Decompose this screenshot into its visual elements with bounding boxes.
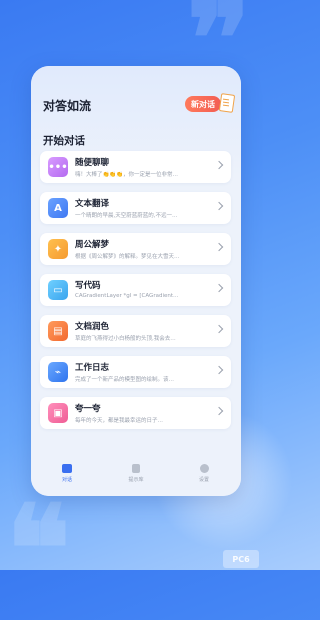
watermark: PC6	[223, 550, 259, 568]
list-item-praise[interactable]: ▣ 夸一夸 每年的今天，都是我最幸运的日子…	[40, 397, 231, 429]
list-item-desc: 嗨！大棒了👏👏👏，你一定是一位非常…	[75, 172, 179, 178]
tab-library[interactable]: 提示库	[116, 462, 156, 483]
tab-label: 提示库	[128, 477, 144, 483]
translate-icon: A	[48, 198, 68, 218]
document-icon: ▤	[48, 321, 68, 341]
list-item-title: 随便聊聊	[75, 158, 110, 168]
list-item-title: 文档润色	[75, 322, 110, 332]
new-chat-label: 新对话	[185, 96, 221, 112]
lightbulb-icon: ✦	[48, 239, 68, 259]
chevron-right-icon	[214, 201, 224, 211]
list-item-title: 夸一夸	[75, 404, 101, 414]
tab-bar: 对话 提示库 设置	[31, 462, 241, 496]
clipboard-icon	[217, 93, 236, 114]
list-item-title: 工作日志	[75, 363, 110, 373]
list-item-translate[interactable]: A 文本翻译 一个晴朗的早晨,天空蔚蓝蔚蓝的,不远一…	[40, 192, 231, 224]
list-item-code[interactable]: ▭ 写代码 CAGradientLayer *gl = [CAGradient…	[40, 274, 231, 306]
chart-monitor-icon: ⌁	[48, 362, 68, 382]
chevron-right-icon	[214, 283, 224, 293]
conversation-list: ••• 随便聊聊 嗨！大棒了👏👏👏，你一定是一位非常… A 文本翻译 一个晴朗的…	[40, 151, 231, 438]
list-item-title: 文本翻译	[75, 199, 110, 209]
chevron-right-icon	[214, 365, 224, 375]
list-item-dream[interactable]: ✦ 周公解梦 根据《周公解梦》的解释。梦见在大雪天…	[40, 233, 231, 265]
header: 对答如流 新对话	[43, 93, 241, 118]
new-chat-button[interactable]: 新对话	[185, 93, 237, 114]
chevron-right-icon	[214, 160, 224, 170]
tab-chat[interactable]: 对话	[47, 462, 87, 483]
chevron-right-icon	[214, 242, 224, 252]
page-title: 对答如流	[43, 99, 92, 113]
library-tab-icon	[132, 464, 140, 473]
list-item-desc: 每年的今天，都是我最幸运的日子…	[75, 418, 164, 424]
chat-tab-icon	[62, 464, 72, 473]
chevron-right-icon	[214, 406, 224, 416]
list-item-desc: 完成了一个新产品的模型图的绘制。该…	[75, 377, 175, 383]
tab-label: 对话	[61, 477, 72, 483]
tab-settings[interactable]: 设置	[184, 462, 224, 483]
list-item-title: 周公解梦	[75, 240, 110, 250]
phone-frame: 对答如流 新对话 开始对话 ••• 随便聊聊 嗨！大棒了👏👏👏，你一定是一位非常…	[31, 66, 241, 496]
gift-box-icon: ▣	[48, 403, 68, 423]
list-item-desc: CAGradientLayer *gl = [CAGradient…	[75, 293, 179, 299]
tab-label: 设置	[198, 477, 209, 483]
list-item-desc: 一个晴朗的早晨,天空蔚蓝蔚蓝的,不远一…	[75, 213, 178, 219]
chat-bubble-icon: •••	[48, 157, 68, 177]
settings-tab-icon	[199, 464, 209, 473]
code-window-icon: ▭	[48, 280, 68, 300]
chevron-right-icon	[214, 324, 224, 334]
list-item-title: 写代码	[75, 281, 101, 291]
quote-decoration-bottom: ❝	[6, 479, 71, 620]
section-title: 开始对话	[43, 135, 85, 147]
list-item-desc: 草庭的飞燕得过小白杨般的头顶,我会去…	[75, 336, 176, 342]
list-item-desc: 根据《周公解梦》的解释。梦见在大雪天…	[75, 254, 180, 260]
list-item-worklog[interactable]: ⌁ 工作日志 完成了一个新产品的模型图的绘制。该…	[40, 356, 231, 388]
list-item-chat[interactable]: ••• 随便聊聊 嗨！大棒了👏👏👏，你一定是一位非常…	[40, 151, 231, 183]
list-item-polish[interactable]: ▤ 文档润色 草庭的飞燕得过小白杨般的头顶,我会去…	[40, 315, 231, 347]
